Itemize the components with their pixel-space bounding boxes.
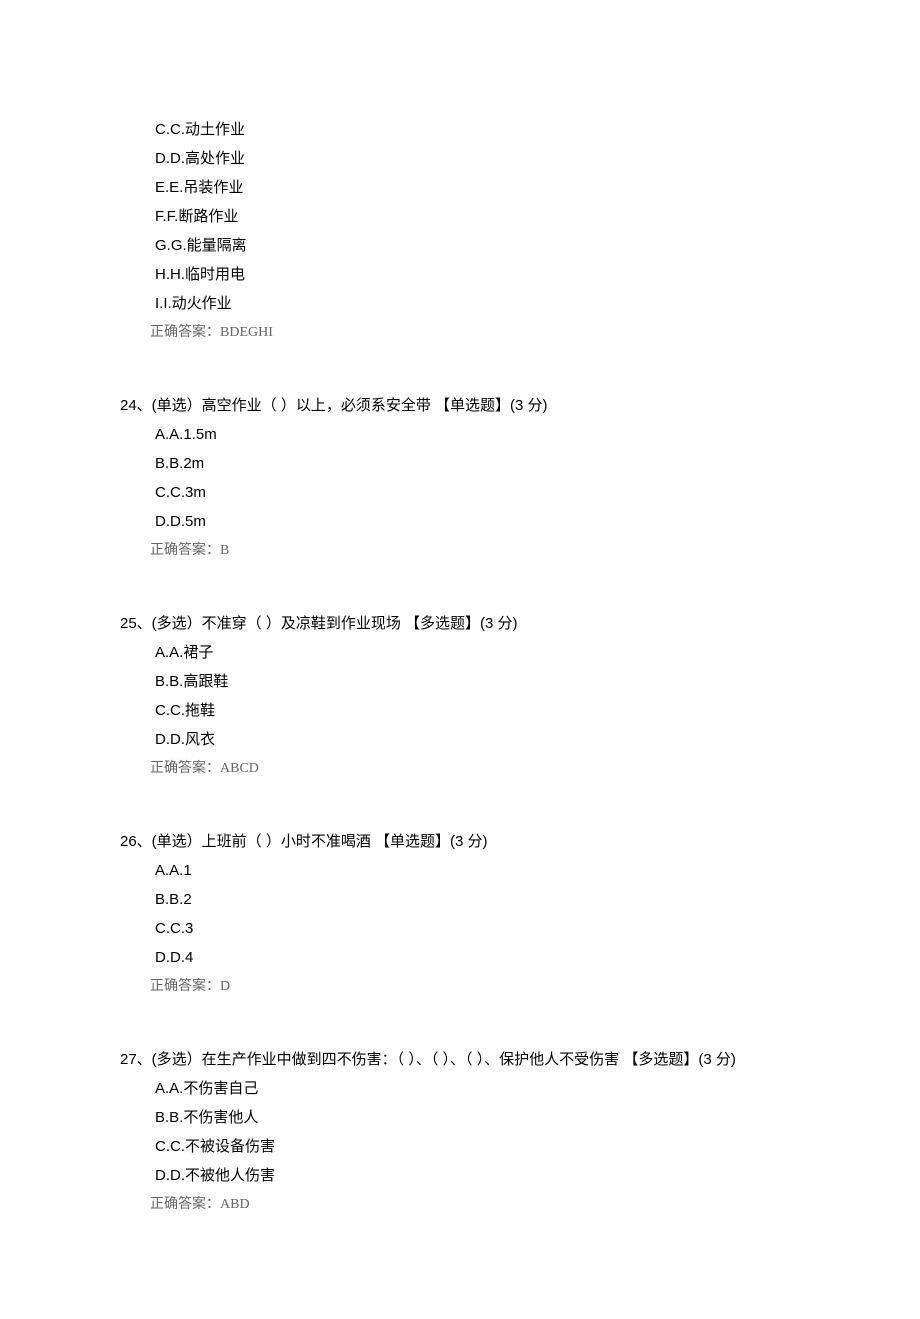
q24-options: A.A.1.5m B.B.2m C.C.3m D.D.5m <box>155 420 800 536</box>
q26-stem: 26、(单选）上班前（ ）小时不准喝酒 【单选题】(3 分) <box>120 827 800 856</box>
q27-option-c: C.C.不被设备伤害 <box>155 1132 800 1161</box>
q24-option-d: D.D.5m <box>155 507 800 536</box>
q24-option-a: A.A.1.5m <box>155 420 800 449</box>
q26-option-b: B.B.2 <box>155 885 800 914</box>
q26-block: 26、(单选）上班前（ ）小时不准喝酒 【单选题】(3 分) A.A.1 B.B… <box>120 827 800 1001</box>
q26-option-d: D.D.4 <box>155 943 800 972</box>
q24-option-c: C.C.3m <box>155 478 800 507</box>
q24-block: 24、(单选）高空作业（ ）以上，必须系安全带 【单选题】(3 分) A.A.1… <box>120 391 800 565</box>
q25-option-b: B.B.高跟鞋 <box>155 667 800 696</box>
q27-stem: 27、(多选）在生产作业中做到四不伤害：（ ）、（ ）、（ ）、保护他人不受伤害… <box>120 1045 800 1074</box>
q23-option-f: F.F.断路作业 <box>155 202 800 231</box>
q23-option-i: I.I.动火作业 <box>155 289 800 318</box>
q25-option-a: A.A.裙子 <box>155 638 800 667</box>
q26-answer: 正确答案：D <box>150 972 800 1001</box>
q25-stem: 25、(多选）不准穿（ ）及凉鞋到作业现场 【多选题】(3 分) <box>120 609 800 638</box>
q24-answer: 正确答案：B <box>150 536 800 565</box>
exam-page: C.C.动土作业 D.D.高处作业 E.E.吊装作业 F.F.断路作业 G.G.… <box>0 0 920 1319</box>
q23-option-g: G.G.能量隔离 <box>155 231 800 260</box>
q23-option-d: D.D.高处作业 <box>155 144 800 173</box>
q25-options: A.A.裙子 B.B.高跟鞋 C.C.拖鞋 D.D.风衣 <box>155 638 800 754</box>
q27-option-a: A.A.不伤害自己 <box>155 1074 800 1103</box>
q25-block: 25、(多选）不准穿（ ）及凉鞋到作业现场 【多选题】(3 分) A.A.裙子 … <box>120 609 800 783</box>
q23-answer: 正确答案：BDEGHI <box>150 318 800 347</box>
q23-option-h: H.H.临时用电 <box>155 260 800 289</box>
q24-option-b: B.B.2m <box>155 449 800 478</box>
q27-options: A.A.不伤害自己 B.B.不伤害他人 C.C.不被设备伤害 D.D.不被他人伤… <box>155 1074 800 1190</box>
q25-answer: 正确答案：ABCD <box>150 754 800 783</box>
q26-option-a: A.A.1 <box>155 856 800 885</box>
q27-option-d: D.D.不被他人伤害 <box>155 1161 800 1190</box>
q26-options: A.A.1 B.B.2 C.C.3 D.D.4 <box>155 856 800 972</box>
q25-option-d: D.D.风衣 <box>155 725 800 754</box>
q23-option-c: C.C.动土作业 <box>155 115 800 144</box>
q27-option-b: B.B.不伤害他人 <box>155 1103 800 1132</box>
q23-option-e: E.E.吊装作业 <box>155 173 800 202</box>
q24-stem: 24、(单选）高空作业（ ）以上，必须系安全带 【单选题】(3 分) <box>120 391 800 420</box>
q25-option-c: C.C.拖鞋 <box>155 696 800 725</box>
q27-block: 27、(多选）在生产作业中做到四不伤害：（ ）、（ ）、（ ）、保护他人不受伤害… <box>120 1045 800 1219</box>
q27-answer: 正确答案：ABD <box>150 1190 800 1219</box>
q23-options: C.C.动土作业 D.D.高处作业 E.E.吊装作业 F.F.断路作业 G.G.… <box>155 115 800 318</box>
q26-option-c: C.C.3 <box>155 914 800 943</box>
